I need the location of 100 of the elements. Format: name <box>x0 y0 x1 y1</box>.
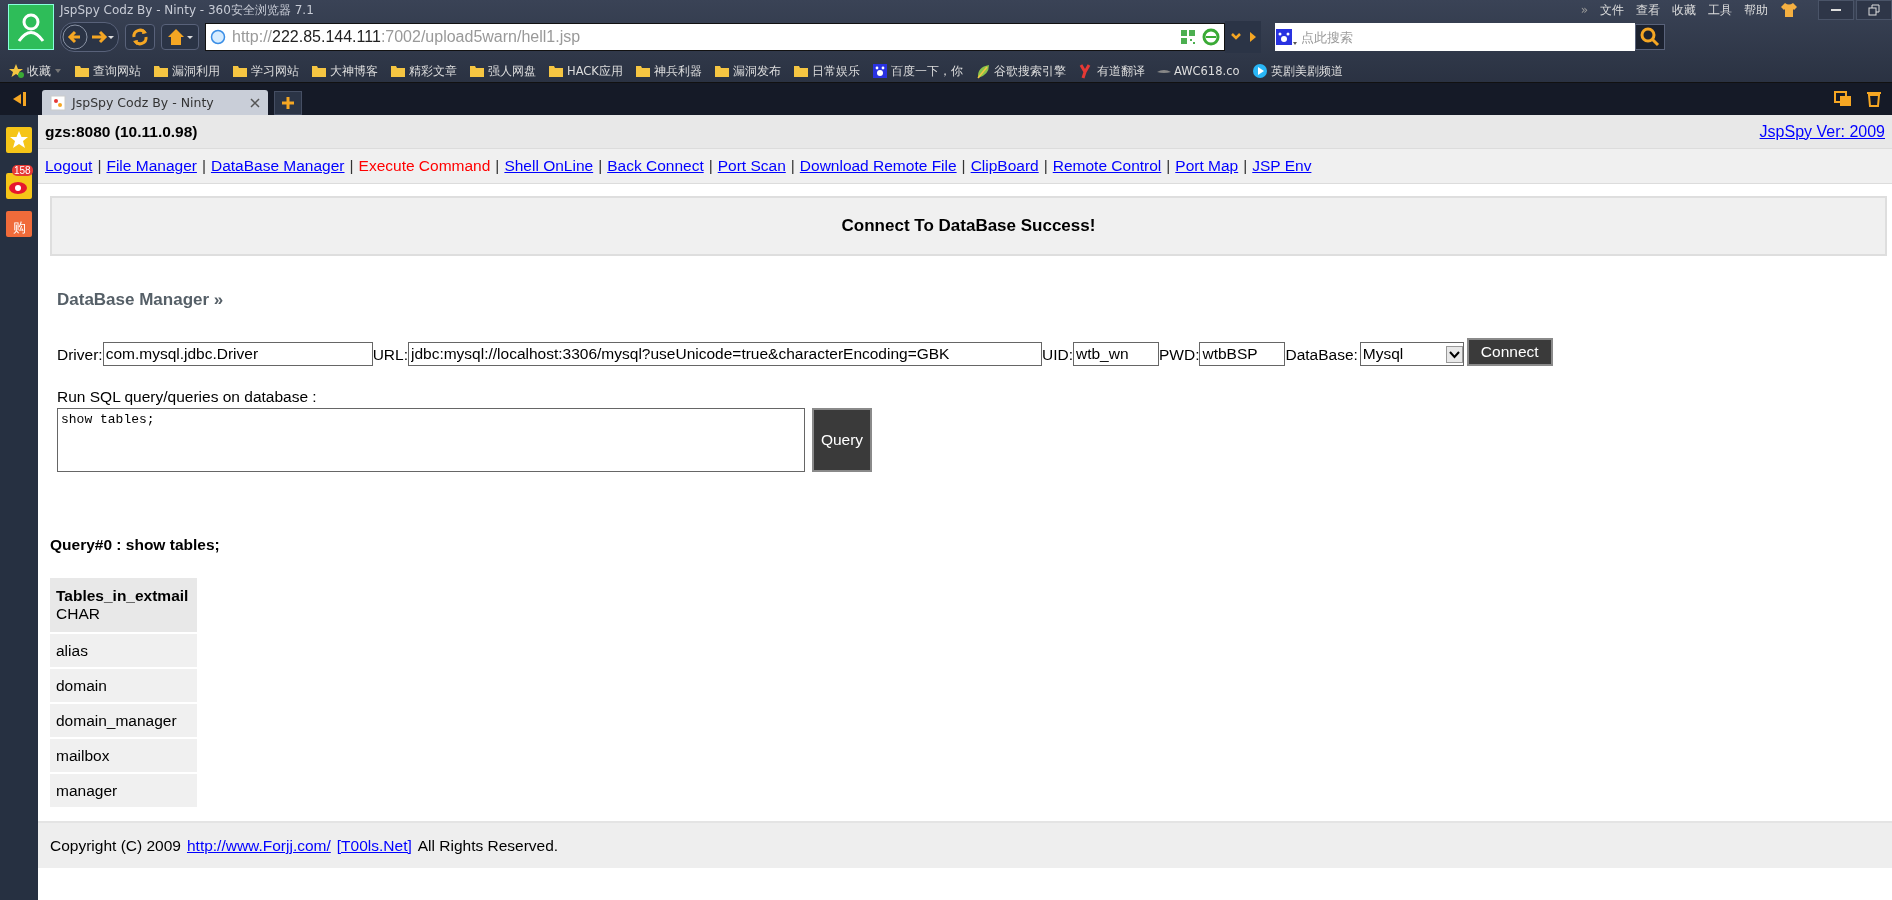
bookmark[interactable]: 学习网站 <box>232 63 299 79</box>
globe-icon <box>210 29 226 45</box>
menu-item[interactable]: 文件 <box>1600 1 1624 19</box>
version-link[interactable]: JspSpy Ver: 2009 <box>1759 122 1885 141</box>
folder-icon <box>713 63 730 79</box>
menu-item[interactable]: 工具 <box>1708 1 1732 19</box>
minimize-button[interactable] <box>1818 0 1854 20</box>
address-field[interactable]: http://222.85.144.111:7002/upload5warn/hell1.jsp <box>205 23 1225 51</box>
dropdown-icon[interactable] <box>1225 21 1261 53</box>
nav-separator: | <box>495 157 500 175</box>
address-text: http://222.85.144.111:7002/upload5warn/hell1.jsp <box>232 28 582 46</box>
host-label: gzs:8080 (10.11.0.98) <box>45 122 198 141</box>
qr-code-icon[interactable] <box>1180 29 1196 45</box>
success-message: Connect To DataBase Success! <box>50 196 1887 256</box>
search-button[interactable] <box>1635 24 1665 50</box>
search-field[interactable]: 点此搜索 <box>1297 23 1635 51</box>
website-link[interactable]: [T00ls.Net] <box>336 836 412 855</box>
field-label: URL: <box>372 346 408 364</box>
sql-input[interactable]: show tables; <box>57 408 805 472</box>
close-icon[interactable] <box>250 97 260 108</box>
nav-link[interactable]: File Manager <box>106 157 197 175</box>
bookmark[interactable]: 有道翻译 <box>1077 63 1145 79</box>
minimize-icon <box>1831 9 1841 11</box>
restore-icon <box>1868 4 1880 16</box>
restore-button[interactable] <box>1856 0 1892 20</box>
nav-separator: | <box>1166 157 1171 175</box>
nav-separator: | <box>1043 157 1048 175</box>
folder-icon <box>792 63 809 79</box>
nav-link[interactable]: JSP Env <box>1252 157 1312 175</box>
rights-text: All Rights Reserved. <box>417 836 559 855</box>
nav-separator: | <box>708 157 713 175</box>
bookmark[interactable]: 英剧美剧频道 <box>1251 63 1343 79</box>
section-title: DataBase Manager » <box>57 290 225 310</box>
bookmark[interactable]: 强人网盘 <box>469 63 536 79</box>
bookmark[interactable]: 漏洞发布 <box>713 63 781 79</box>
nav-link[interactable]: Back Connect <box>607 157 704 175</box>
nav-link[interactable]: Logout <box>45 157 93 175</box>
shirt-icon[interactable] <box>1780 2 1798 18</box>
nav-link[interactable]: Download Remote File <box>799 157 957 175</box>
nav-separator: | <box>598 157 603 175</box>
query-button[interactable]: Query <box>812 408 872 472</box>
bookmark[interactable]: 谷歌搜索引擎 <box>974 63 1066 79</box>
nav-link[interactable]: Port Map <box>1175 157 1239 175</box>
menu-item[interactable]: 查看 <box>1636 1 1660 19</box>
bookmark[interactable]: 漏洞利用 <box>153 63 220 79</box>
input-field[interactable]: wtbBSP <box>1199 342 1286 366</box>
bookmark[interactable]: AWC618.co <box>1156 64 1240 78</box>
folder-icon <box>548 63 564 79</box>
bookmark[interactable]: 查询网站 <box>74 63 141 79</box>
trash-icon[interactable] <box>1866 89 1882 107</box>
nav-link[interactable]: Remote Control <box>1052 157 1162 175</box>
connect-button[interactable]: Connect <box>1466 338 1553 366</box>
website-link[interactable]: http://www.Forjj.com/ <box>186 836 331 855</box>
menu-item[interactable]: 帮助 <box>1744 1 1768 19</box>
bookmark[interactable]: 神兵利器 <box>634 63 702 79</box>
plus-icon <box>281 96 295 110</box>
bookmark[interactable]: 大神博客 <box>311 63 378 79</box>
field-label: PWD: <box>1158 346 1200 364</box>
notification-badge: 158 <box>12 165 33 176</box>
browser-tab[interactable]: JspSpy Codz By - Ninty <box>42 90 268 115</box>
nav-separator: | <box>961 157 966 175</box>
database-select[interactable]: Mysql <box>1359 342 1464 366</box>
back-forward-buttons[interactable] <box>60 22 119 52</box>
home-button[interactable] <box>161 24 199 50</box>
caret-icon <box>54 68 62 74</box>
nav-link[interactable]: Execute Command <box>358 157 491 175</box>
nav-link[interactable]: DataBase Manager <box>210 157 345 175</box>
paw-icon <box>1275 23 1297 51</box>
input-field[interactable]: wtb_wn <box>1072 342 1159 366</box>
table-cell: mailbox <box>50 739 197 772</box>
bookmark[interactable]: 精彩文章 <box>390 63 457 79</box>
nav-link[interactable]: Shell OnLine <box>504 157 594 175</box>
nav-separator: | <box>349 157 354 175</box>
bookmark[interactable]: 百度一下，你 <box>871 63 963 79</box>
table-cell: alias <box>50 634 197 667</box>
weibo-button[interactable]: 158 <box>6 165 32 199</box>
browser-engine-icon[interactable] <box>1202 28 1220 46</box>
leaf-icon <box>974 63 991 79</box>
refresh-button[interactable] <box>125 24 155 50</box>
nav-link[interactable]: Port Scan <box>717 157 786 175</box>
folder-icon <box>232 63 248 79</box>
folder-icon <box>390 63 406 79</box>
nav-separator: | <box>790 157 795 175</box>
menu-item[interactable]: 收藏 <box>1672 1 1696 19</box>
bookmark[interactable]: HACK应用 <box>548 63 623 79</box>
table-cell: domain_manager <box>50 704 197 737</box>
restore-tab-icon[interactable] <box>1834 89 1852 107</box>
new-tab-button[interactable] <box>274 91 302 115</box>
nav-link[interactable]: ClipBoard <box>970 157 1039 175</box>
person-icon <box>16 12 46 42</box>
play-icon <box>1251 63 1268 79</box>
bookmark[interactable]: 收藏 <box>8 63 62 79</box>
folder-icon <box>469 63 485 79</box>
bookmark[interactable]: 日常娱乐 <box>792 63 860 79</box>
folder-icon <box>634 63 651 79</box>
input-field[interactable]: com.mysql.jdbc.Driver <box>102 342 373 366</box>
input-field[interactable]: jdbc:mysql://localhost:3306/mysql?useUnicode=true&characterEncoding=GBK <box>407 342 1042 366</box>
more-menu[interactable]: » <box>1580 3 1588 17</box>
field-label: Driver: <box>57 346 103 364</box>
search-icon <box>1640 27 1660 47</box>
